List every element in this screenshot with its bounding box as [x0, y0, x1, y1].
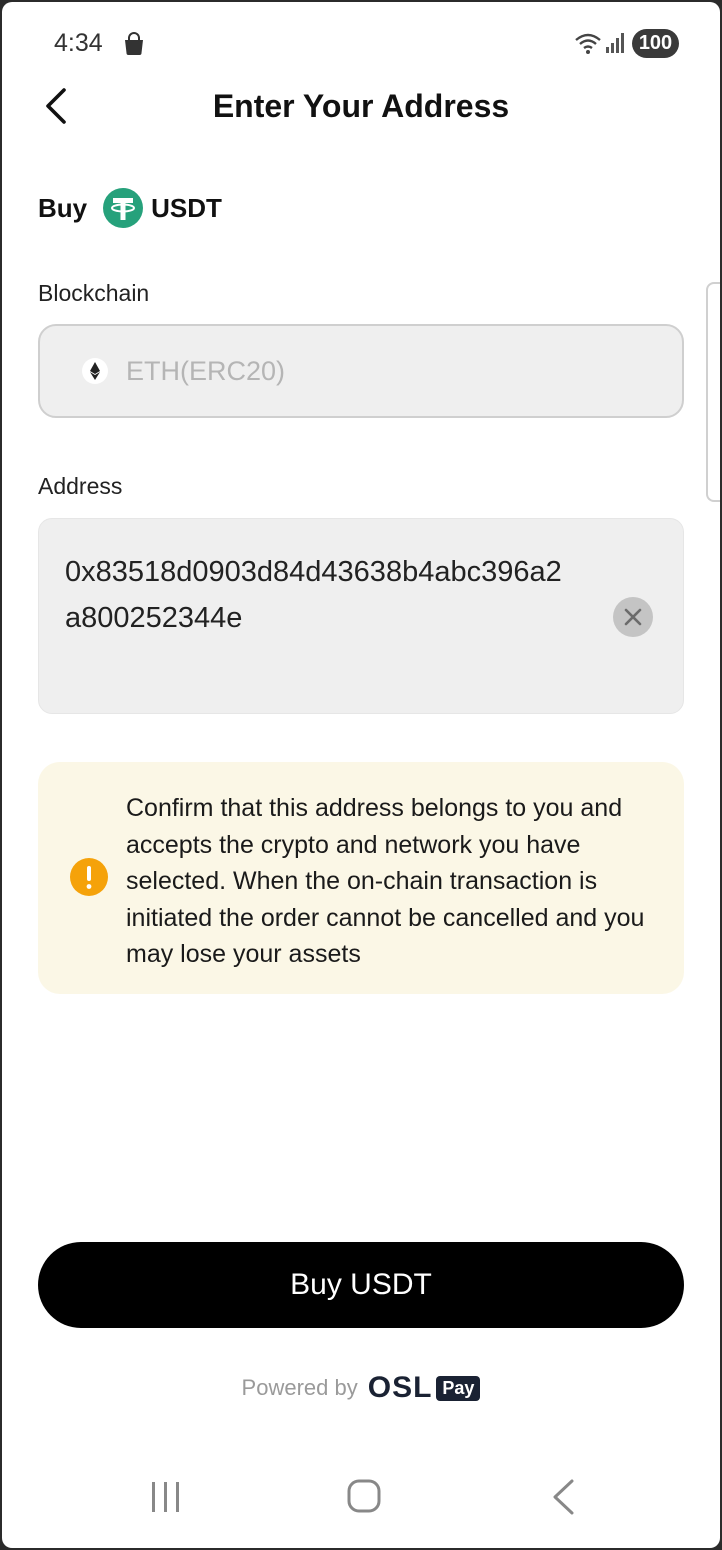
home-button[interactable] — [346, 1478, 382, 1514]
warning-box: Confirm that this address belongs to you… — [38, 762, 684, 994]
buy-label: Buy — [38, 192, 88, 223]
warning-icon — [70, 858, 108, 896]
status-time: 4:34 — [54, 29, 103, 57]
battery-badge: 100 — [632, 29, 679, 58]
recent-apps-button[interactable] — [148, 1480, 184, 1514]
warning-text: Confirm that this address belongs to you… — [126, 794, 645, 968]
address-value[interactable]: 0x83518d0903d84d43638b4abc396a2a80025234… — [65, 549, 565, 641]
close-icon — [624, 608, 642, 626]
blockchain-field: ETH(ERC20) — [38, 324, 684, 418]
signal-icon — [606, 33, 624, 53]
powered-by-row: Powered by OSL Pay — [2, 1370, 720, 1406]
blockchain-label: Blockchain — [38, 280, 150, 306]
buy-usdt-button[interactable]: Buy USDT — [38, 1242, 684, 1328]
system-back-button[interactable] — [548, 1478, 578, 1516]
shopping-bag-icon — [125, 32, 143, 55]
powered-by-text: Powered by — [241, 1375, 358, 1400]
status-bar: 4:34 100 — [2, 22, 720, 66]
clear-address-button[interactable] — [613, 597, 653, 637]
scrollbar-thumb[interactable] — [706, 282, 720, 502]
ethereum-icon — [82, 358, 108, 384]
blockchain-value: ETH(ERC20) — [126, 355, 286, 386]
pay-badge: Pay — [436, 1375, 481, 1401]
address-input[interactable]: 0x83518d0903d84d43638b4abc396a2a80025234… — [38, 518, 684, 714]
page-title: Enter Your Address — [212, 88, 510, 124]
wifi-icon — [575, 33, 601, 54]
osl-logo: OSL — [367, 1371, 433, 1404]
tether-icon — [103, 188, 144, 228]
app-screen: 4:34 100 Enter Your Address Buy USDT Blo… — [2, 2, 720, 1548]
address-label: Address — [38, 473, 123, 499]
buy-asset-row: Buy USDT — [38, 188, 222, 228]
asset-name: USDT — [151, 192, 222, 223]
